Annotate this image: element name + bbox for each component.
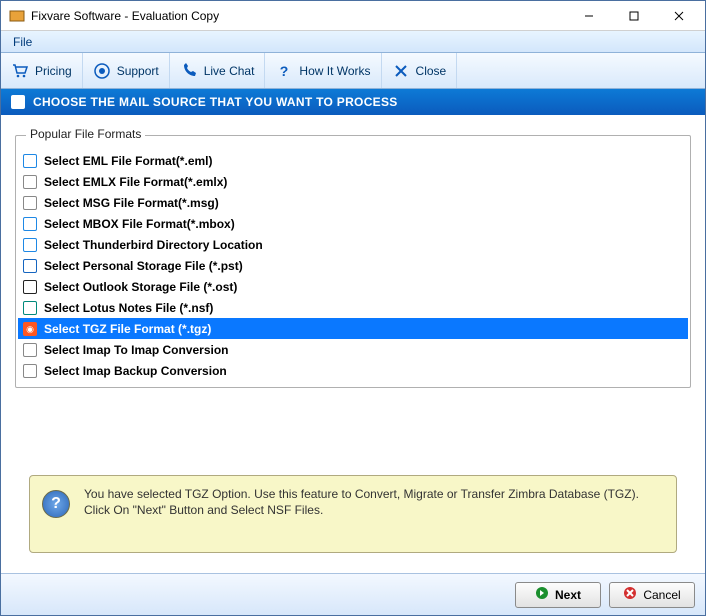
- format-label: Select MSG File Format(*.msg): [44, 196, 219, 210]
- app-icon: [9, 8, 25, 24]
- format-label: Select Imap Backup Conversion: [44, 364, 227, 378]
- format-option[interactable]: ≡ Select EML File Format(*.eml): [18, 150, 688, 171]
- question-icon: ?: [275, 62, 293, 80]
- phone-icon: [180, 62, 198, 80]
- button-label: Next: [555, 588, 581, 602]
- section-heading-text: CHOOSE THE MAIL SOURCE THAT YOU WANT TO …: [33, 95, 398, 109]
- format-label: Select Imap To Imap Conversion: [44, 343, 229, 357]
- format-icon: ✉: [22, 174, 38, 190]
- format-label: Select Outlook Storage File (*.ost): [44, 280, 237, 294]
- format-icon: ≡: [22, 216, 38, 232]
- section-icon: [11, 95, 25, 109]
- file-menu[interactable]: File: [7, 33, 38, 51]
- format-icon: ⇆: [22, 363, 38, 379]
- toolbar-label: Close: [416, 64, 447, 78]
- spacer: [15, 388, 691, 461]
- support-icon: [93, 62, 111, 80]
- footer: Next Cancel: [1, 573, 705, 615]
- format-label: Select EML File Format(*.eml): [44, 154, 213, 168]
- next-button[interactable]: Next: [515, 582, 601, 608]
- format-label: Select EMLX File Format(*.emlx): [44, 175, 227, 189]
- app-window: Fixvare Software - Evaluation Copy File …: [0, 0, 706, 616]
- cancel-icon: [623, 586, 637, 603]
- format-list: ≡ Select EML File Format(*.eml) ✉ Select EM…: [18, 150, 688, 381]
- format-option[interactable]: ⇆ Select Imap To Imap Conversion: [18, 339, 688, 360]
- info-box: ? You have selected TGZ Option. Use this…: [29, 475, 677, 553]
- pricing-button[interactable]: Pricing: [1, 53, 83, 88]
- toolbar-label: Live Chat: [204, 64, 255, 78]
- formats-groupbox: Popular File Formats ≡Select EML File Fo…: [15, 135, 691, 388]
- minimize-button[interactable]: [566, 2, 611, 30]
- format-icon: ◧: [22, 300, 38, 316]
- groupbox-legend: Popular File Formats: [26, 127, 145, 141]
- format-icon: ◉: [22, 321, 38, 337]
- format-option[interactable]: ≡ Select MBOX File Format(*.mbox): [18, 213, 688, 234]
- format-label: Select TGZ File Format (*.tgz): [44, 322, 211, 336]
- info-message: You have selected TGZ Option. Use this f…: [84, 486, 664, 518]
- toolbar-label: Support: [117, 64, 159, 78]
- format-option[interactable]: ⇆ Select Imap Backup Conversion: [18, 360, 688, 381]
- close-icon: [392, 62, 410, 80]
- format-label: Select Lotus Notes File (*.nsf): [44, 301, 213, 315]
- titlebar: Fixvare Software - Evaluation Copy: [1, 1, 705, 31]
- format-icon: ≡: [22, 153, 38, 169]
- format-option[interactable]: ◉ Select TGZ File Format (*.tgz): [18, 318, 688, 339]
- cancel-button[interactable]: Cancel: [609, 582, 695, 608]
- live-chat-button[interactable]: Live Chat: [170, 53, 266, 88]
- format-label: Select MBOX File Format(*.mbox): [44, 217, 235, 231]
- format-option[interactable]: ◧ Select Lotus Notes File (*.nsf): [18, 297, 688, 318]
- format-icon: 🗎: [22, 195, 38, 211]
- format-label: Select Personal Storage File (*.pst): [44, 259, 243, 273]
- next-icon: [535, 586, 549, 603]
- cart-icon: [11, 62, 29, 80]
- info-icon: ?: [42, 490, 70, 518]
- format-icon: O: [22, 279, 38, 295]
- format-icon: ◔: [22, 237, 38, 253]
- format-icon: ⇆: [22, 342, 38, 358]
- toolbar-label: Pricing: [35, 64, 72, 78]
- window-controls: [566, 2, 701, 30]
- window-title: Fixvare Software - Evaluation Copy: [31, 9, 566, 23]
- toolbar: Pricing Support Live Chat ? How It Works…: [1, 53, 705, 89]
- format-option[interactable]: O Select Outlook Storage File (*.ost): [18, 276, 688, 297]
- maximize-button[interactable]: [611, 2, 656, 30]
- format-option[interactable]: ◔ Select Thunderbird Directory Location: [18, 234, 688, 255]
- format-icon: O: [22, 258, 38, 274]
- close-button[interactable]: Close: [382, 53, 458, 88]
- format-option[interactable]: 🗎 Select MSG File Format(*.msg): [18, 192, 688, 213]
- format-label: Select Thunderbird Directory Location: [44, 238, 263, 252]
- toolbar-label: How It Works: [299, 64, 370, 78]
- format-option[interactable]: O Select Personal Storage File (*.pst): [18, 255, 688, 276]
- format-option[interactable]: ✉ Select EMLX File Format(*.emlx): [18, 171, 688, 192]
- how-it-works-button[interactable]: ? How It Works: [265, 53, 381, 88]
- content-area: Popular File Formats ≡ Select EML File Fo…: [1, 115, 705, 573]
- button-label: Cancel: [643, 588, 680, 602]
- support-button[interactable]: Support: [83, 53, 170, 88]
- svg-text:?: ?: [280, 63, 289, 79]
- menubar: File: [1, 31, 705, 53]
- section-heading: CHOOSE THE MAIL SOURCE THAT YOU WANT TO …: [1, 89, 705, 115]
- close-window-button[interactable]: [656, 2, 701, 30]
